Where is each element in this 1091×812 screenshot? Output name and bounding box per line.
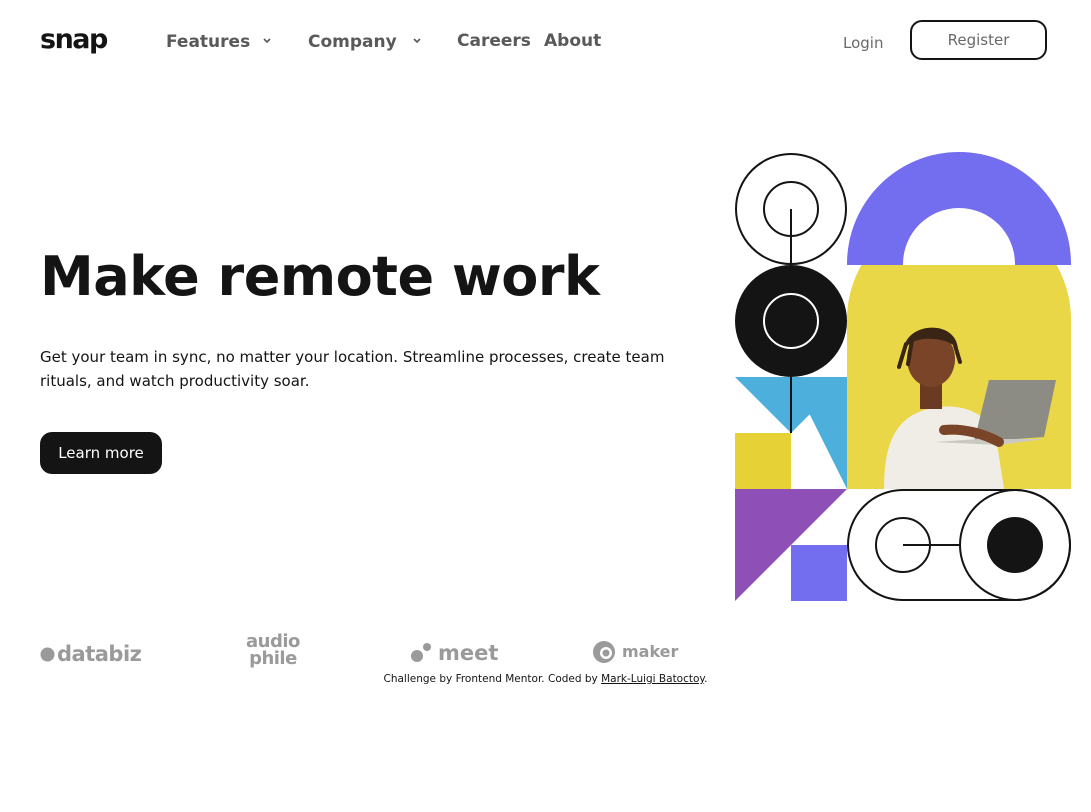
chevron-down-icon[interactable] (259, 33, 275, 49)
register-button[interactable]: Register (910, 20, 1047, 60)
snap-logo[interactable]: snap (40, 24, 108, 56)
client-databiz-logo: databiz (40, 642, 142, 666)
nav-about[interactable]: About (544, 29, 601, 53)
learn-more-button[interactable]: Learn more (40, 432, 162, 474)
nav-company[interactable]: Company (308, 30, 397, 54)
yellow-square-shape (735, 433, 791, 489)
author-link[interactable]: Mark-Luigi Batoctoy (601, 673, 704, 685)
client-meet-logo: meet (410, 641, 498, 665)
nav-features[interactable]: Features (166, 30, 250, 54)
hero-description: Get your team in sync, no matter your lo… (40, 348, 665, 390)
attribution-footer: Challenge by Frontend Mentor. Coded by M… (383, 673, 708, 685)
purple-square-shape (791, 545, 847, 601)
man-with-laptop-photo (847, 265, 1071, 489)
black-circle-shape (735, 265, 847, 377)
nav-careers[interactable]: Careers (457, 29, 531, 53)
client-maker-logo: maker (592, 640, 678, 664)
login-link[interactable]: Login (843, 32, 883, 54)
dots-icon (411, 643, 431, 662)
chevron-down-icon[interactable] (409, 33, 425, 49)
maker-circle-icon (593, 641, 615, 663)
purple-arch-shape (847, 152, 1071, 265)
hero-illustration (735, 152, 1071, 601)
client-audiophile-logo: audio phile (246, 631, 300, 669)
dot-icon (40, 647, 55, 661)
page-title: Make remote work (40, 245, 600, 308)
